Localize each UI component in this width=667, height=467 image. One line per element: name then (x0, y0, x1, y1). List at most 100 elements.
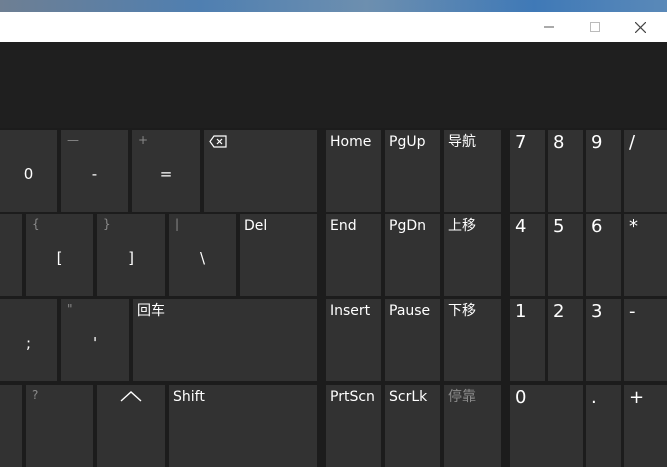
minimize-button[interactable] (527, 12, 571, 42)
key-label: Shift (173, 389, 205, 405)
key-enter[interactable]: 回车 (133, 299, 317, 381)
key-label: PgUp (389, 134, 426, 150)
key-secondary-label: + (138, 133, 149, 147)
maximize-icon (590, 22, 600, 32)
key-navigation[interactable]: 导航 (444, 130, 501, 212)
key-equals[interactable]: + = (132, 130, 200, 212)
key-num-6[interactable]: 6 (586, 214, 621, 296)
key-label: ; (25, 333, 32, 352)
key-label: 1 (515, 301, 527, 322)
key-label: PgDn (389, 218, 426, 234)
key-minus[interactable]: — - (61, 130, 128, 212)
key-label: End (330, 218, 357, 234)
key-label: ] (128, 248, 134, 267)
key-secondary-label: } (103, 217, 111, 231)
key-label: * (629, 216, 638, 237)
key-shift[interactable]: Shift (169, 385, 317, 467)
key-num-minus[interactable]: - (624, 299, 667, 381)
key-secondary-label: — (67, 133, 79, 147)
key-partial-left-row4[interactable] (0, 385, 22, 467)
key-home[interactable]: Home (326, 130, 381, 212)
key-move-up[interactable]: 上移 (444, 214, 501, 296)
key-0[interactable]: 0 (0, 130, 57, 212)
key-num-multiply[interactable]: * (624, 214, 667, 296)
backspace-icon (209, 133, 227, 152)
keyboard-top-area (0, 42, 667, 128)
close-icon (634, 21, 646, 33)
key-label: 6 (591, 216, 603, 237)
key-label: Home (330, 134, 372, 150)
key-up-arrow[interactable] (97, 385, 165, 467)
key-prtscn[interactable]: PrtScn (326, 385, 381, 467)
key-label: 0 (515, 387, 527, 408)
key-label: 下移 (448, 303, 476, 319)
key-label: . (591, 387, 597, 408)
key-delete[interactable]: Del (240, 214, 317, 296)
key-num-3[interactable]: 3 (586, 299, 621, 381)
key-label: + (629, 387, 645, 408)
key-num-8[interactable]: 8 (548, 130, 583, 212)
key-label: 5 (553, 216, 565, 237)
key-num-decimal[interactable]: . (586, 385, 621, 467)
key-label: 2 (553, 301, 565, 322)
key-secondary-label: | (175, 217, 180, 231)
key-label: 8 (553, 132, 565, 153)
key-label: 停靠 (448, 389, 476, 405)
key-label: 回车 (137, 303, 165, 319)
key-insert[interactable]: Insert (326, 299, 381, 381)
key-dock[interactable]: 停靠 (444, 385, 501, 467)
key-num-1[interactable]: 1 (510, 299, 545, 381)
key-num-0[interactable]: 0 (510, 385, 583, 467)
key-pgup[interactable]: PgUp (385, 130, 440, 212)
key-pause[interactable]: Pause (385, 299, 440, 381)
key-label: 3 (591, 301, 603, 322)
key-semicolon[interactable]: ; (0, 299, 57, 381)
key-label: 0 (23, 164, 34, 183)
key-label: 7 (515, 132, 527, 153)
arrow-up-icon (97, 387, 165, 406)
key-secondary-label: ? (32, 388, 39, 402)
maximize-button[interactable] (573, 12, 617, 42)
desktop-background-strip (0, 0, 667, 12)
key-label: \ (199, 248, 206, 267)
key-label: PrtScn (330, 389, 375, 405)
key-num-4[interactable]: 4 (510, 214, 545, 296)
key-open-bracket[interactable]: { [ (26, 214, 93, 296)
key-num-2[interactable]: 2 (548, 299, 583, 381)
key-end[interactable]: End (326, 214, 381, 296)
key-pgdn[interactable]: PgDn (385, 214, 440, 296)
key-secondary-label: { (32, 217, 40, 231)
key-backslash[interactable]: | \ (169, 214, 236, 296)
key-label: ScrLk (389, 389, 428, 405)
key-num-5[interactable]: 5 (548, 214, 583, 296)
key-secondary-label: " (67, 302, 73, 316)
key-num-plus[interactable]: + (624, 385, 667, 467)
key-label: [ (56, 248, 63, 267)
key-question[interactable]: ? (26, 385, 93, 467)
key-backspace[interactable] (204, 130, 317, 212)
key-label: = (159, 164, 173, 183)
key-num-9[interactable]: 9 (586, 130, 621, 212)
key-label: 9 (591, 132, 603, 153)
minimize-icon (544, 26, 554, 28)
key-close-bracket[interactable]: } ] (97, 214, 165, 296)
key-label: Del (244, 218, 268, 234)
key-num-divide[interactable]: / (624, 130, 667, 212)
key-label: - (91, 164, 98, 183)
key-label: 导航 (448, 134, 476, 150)
key-label: 4 (515, 216, 527, 237)
key-label: / (629, 132, 636, 153)
key-scrlk[interactable]: ScrLk (385, 385, 440, 467)
key-move-down[interactable]: 下移 (444, 299, 501, 381)
close-button[interactable] (618, 12, 662, 42)
key-label: ' (92, 333, 98, 352)
key-quote[interactable]: " ' (61, 299, 129, 381)
key-partial-left-row2[interactable] (0, 214, 22, 296)
key-label: Pause (389, 303, 431, 319)
key-label: Insert (330, 303, 371, 319)
key-label: 上移 (448, 218, 476, 234)
on-screen-keyboard: 0 — - + = { [ } ] | \ Del ; " ' 回车 ? Shi… (0, 128, 667, 467)
key-label: - (629, 301, 636, 322)
title-bar (0, 12, 667, 42)
key-num-7[interactable]: 7 (510, 130, 545, 212)
